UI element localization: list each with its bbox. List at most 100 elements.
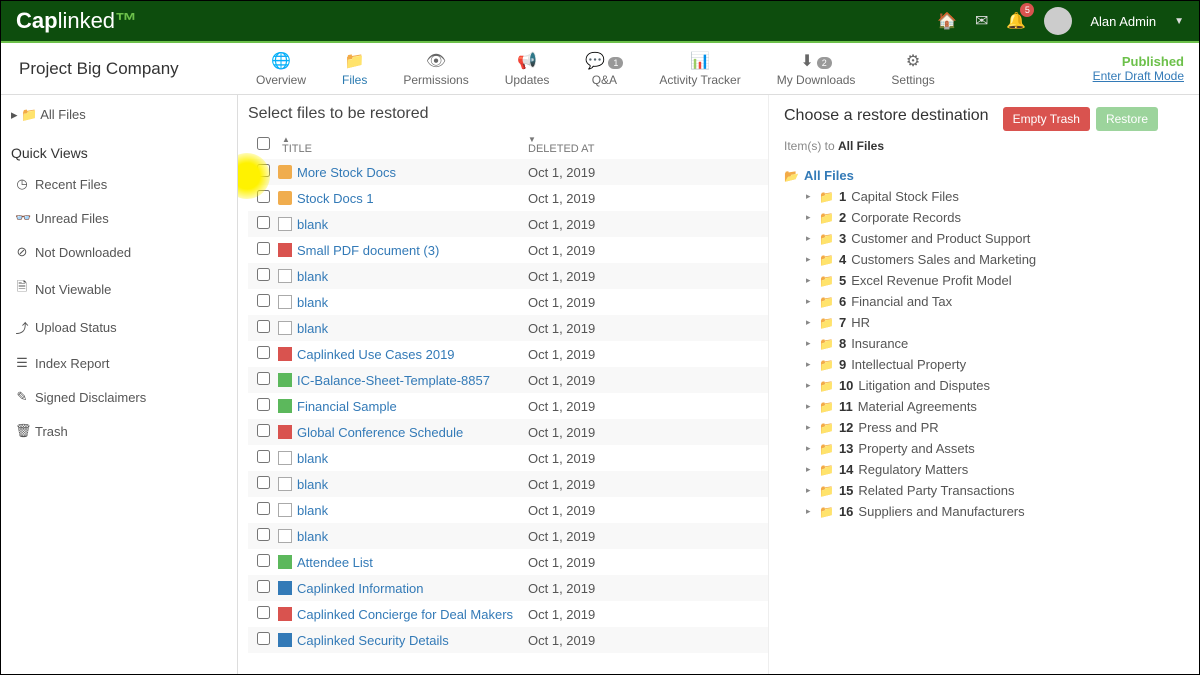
sidebar-item-unread-files[interactable]: 👓Unread Files — [11, 201, 227, 235]
sidebar-allfiles[interactable]: ▸ 📁 All Files — [11, 103, 227, 133]
row-checkbox[interactable] — [248, 632, 278, 648]
table-row: blankOct 1, 2019 — [248, 445, 768, 471]
row-checkbox[interactable] — [248, 216, 278, 232]
nav-icon: 📢 — [505, 51, 550, 71]
nav-tab-activity-tracker[interactable]: 📊Activity Tracker — [641, 45, 758, 93]
tree-item-12[interactable]: ▸📁 12 Press and PR — [784, 417, 1158, 438]
nav-tab-q&a[interactable]: 💬1Q&A — [567, 45, 641, 93]
tree-item-9[interactable]: ▸📁 9 Intellectual Property — [784, 354, 1158, 375]
file-link[interactable]: Caplinked Concierge for Deal Makers — [278, 607, 528, 622]
tree-item-13[interactable]: ▸📁 13 Property and Assets — [784, 438, 1158, 459]
mail-icon[interactable]: ✉ — [975, 11, 988, 31]
file-link[interactable]: blank — [278, 529, 528, 544]
file-link[interactable]: blank — [278, 477, 528, 492]
file-link[interactable]: Global Conference Schedule — [278, 425, 528, 440]
row-checkbox[interactable] — [248, 164, 278, 180]
deleted-date: Oct 1, 2019 — [528, 373, 768, 388]
tree-item-2[interactable]: ▸📁 2 Corporate Records — [784, 207, 1158, 228]
row-checkbox[interactable] — [248, 398, 278, 414]
file-link[interactable]: blank — [278, 503, 528, 518]
sidebar-item-not-viewable[interactable]: 🗎Not Viewable — [11, 269, 227, 309]
qv-icon: 🗎 — [15, 278, 29, 300]
select-all-checkbox[interactable] — [248, 137, 278, 155]
nav-tab-overview[interactable]: 🌐Overview — [238, 45, 324, 93]
sidebar-item-index-report[interactable]: ☰Index Report — [11, 346, 227, 380]
file-link[interactable]: Stock Docs 1 — [278, 191, 528, 206]
row-checkbox[interactable] — [248, 424, 278, 440]
row-checkbox[interactable] — [248, 450, 278, 466]
tree-item-11[interactable]: ▸📁 11 Material Agreements — [784, 396, 1158, 417]
row-checkbox[interactable] — [248, 476, 278, 492]
file-link[interactable]: Small PDF document (3) — [278, 243, 528, 258]
table-row: Small PDF document (3)Oct 1, 2019 — [248, 237, 768, 263]
tree-item-5[interactable]: ▸📁 5 Excel Revenue Profit Model — [784, 270, 1158, 291]
qv-icon: ⊘ — [15, 244, 29, 260]
row-checkbox[interactable] — [248, 580, 278, 596]
tree-item-16[interactable]: ▸📁 16 Suppliers and Manufacturers — [784, 501, 1158, 522]
col-title[interactable]: ▲TITLE — [278, 137, 528, 155]
folder-icon: 📁 — [819, 379, 834, 393]
nav-tab-settings[interactable]: ⚙Settings — [873, 45, 952, 93]
caret-right-icon: ▸ — [806, 212, 814, 223]
tree-root[interactable]: 📂All Files — [784, 165, 1158, 186]
sidebar-item-upload-status[interactable]: ⤴Upload Status — [11, 309, 227, 346]
row-checkbox[interactable] — [248, 528, 278, 544]
row-checkbox[interactable] — [248, 606, 278, 622]
xls-icon — [278, 555, 292, 569]
row-checkbox[interactable] — [248, 502, 278, 518]
row-checkbox[interactable] — [248, 242, 278, 258]
row-checkbox[interactable] — [248, 294, 278, 310]
row-checkbox[interactable] — [248, 554, 278, 570]
enter-draft-link[interactable]: Enter Draft Mode — [1093, 69, 1184, 83]
file-link[interactable]: blank — [278, 451, 528, 466]
col-deleted[interactable]: ▼DELETED AT — [528, 137, 768, 155]
nav-icon: ⬇2 — [777, 51, 856, 71]
row-checkbox[interactable] — [248, 320, 278, 336]
tree-item-7[interactable]: ▸📁 7 HR — [784, 312, 1158, 333]
restore-button[interactable]: Restore — [1096, 107, 1158, 131]
nav-tab-updates[interactable]: 📢Updates — [487, 45, 568, 93]
tree-item-6[interactable]: ▸📁 6 Financial and Tax — [784, 291, 1158, 312]
file-link[interactable]: Attendee List — [278, 555, 528, 570]
tree-item-15[interactable]: ▸📁 15 Related Party Transactions — [784, 480, 1158, 501]
dest-info: Item(s) to All Files — [784, 139, 1158, 153]
folder-icon: 📁 — [819, 484, 834, 498]
nav-tab-my-downloads[interactable]: ⬇2My Downloads — [759, 45, 874, 93]
avatar[interactable] — [1044, 7, 1072, 35]
docx-icon — [278, 581, 292, 595]
tree-item-10[interactable]: ▸📁 10 Litigation and Disputes — [784, 375, 1158, 396]
file-link[interactable]: blank — [278, 295, 528, 310]
folder-icon — [278, 191, 292, 205]
tree-item-3[interactable]: ▸📁 3 Customer and Product Support — [784, 228, 1158, 249]
row-checkbox[interactable] — [248, 190, 278, 206]
sidebar-item-signed-disclaimers[interactable]: ✎Signed Disclaimers — [11, 380, 227, 414]
file-link[interactable]: blank — [278, 321, 528, 336]
file-link[interactable]: Financial Sample — [278, 399, 528, 414]
tree-item-1[interactable]: ▸📁 1 Capital Stock Files — [784, 186, 1158, 207]
tree-item-8[interactable]: ▸📁 8 Insurance — [784, 333, 1158, 354]
nav-tab-permissions[interactable]: 👁Permissions — [385, 45, 486, 93]
docx-icon — [278, 633, 292, 647]
file-link[interactable]: More Stock Docs — [278, 165, 528, 180]
sidebar-item-trash[interactable]: 🗑Trash — [11, 414, 227, 448]
tree-item-14[interactable]: ▸📁 14 Regulatory Matters — [784, 459, 1158, 480]
logo[interactable]: Caplinked™ — [16, 8, 137, 34]
user-name[interactable]: Alan Admin — [1090, 14, 1156, 29]
file-link[interactable]: Caplinked Use Cases 2019 — [278, 347, 528, 362]
nav-tab-files[interactable]: 📁Files — [324, 45, 385, 93]
row-checkbox[interactable] — [248, 346, 278, 362]
file-link[interactable]: blank — [278, 217, 528, 232]
row-checkbox[interactable] — [248, 372, 278, 388]
bell-icon[interactable]: 🔔5 — [1006, 11, 1026, 31]
chevron-down-icon[interactable]: ▼ — [1174, 16, 1184, 27]
file-link[interactable]: blank — [278, 269, 528, 284]
tree-item-4[interactable]: ▸📁 4 Customers Sales and Marketing — [784, 249, 1158, 270]
file-link[interactable]: Caplinked Information — [278, 581, 528, 596]
file-link[interactable]: Caplinked Security Details — [278, 633, 528, 648]
sidebar-item-recent-files[interactable]: ◷Recent Files — [11, 167, 227, 201]
row-checkbox[interactable] — [248, 268, 278, 284]
empty-trash-button[interactable]: Empty Trash — [1003, 107, 1090, 131]
file-link[interactable]: IC-Balance-Sheet-Template-8857 — [278, 373, 528, 388]
home-icon[interactable]: 🏠 — [937, 11, 957, 31]
sidebar-item-not-downloaded[interactable]: ⊘Not Downloaded — [11, 235, 227, 269]
